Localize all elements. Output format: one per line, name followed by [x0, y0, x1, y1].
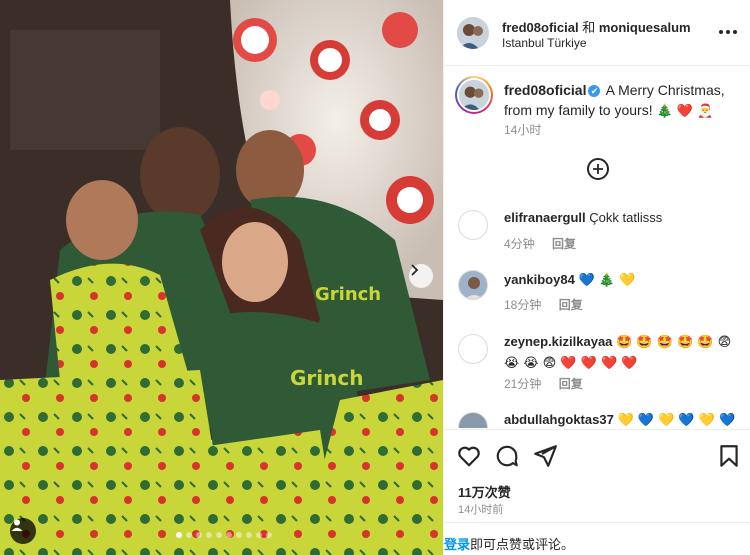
comment-text: 💛 💙 💛 💙 💛 💙 — [617, 413, 736, 428]
login-link[interactable]: 登录 — [444, 537, 470, 552]
carousel-dot — [186, 532, 192, 538]
commenter-avatar[interactable] — [458, 412, 488, 428]
bookmark-icon[interactable] — [716, 443, 742, 469]
carousel-dot — [206, 532, 212, 538]
more-options-button[interactable] — [716, 22, 740, 42]
comment-time: 21分钟 — [504, 377, 542, 391]
carousel-indicator — [176, 532, 272, 538]
reply-button[interactable]: 回复 — [559, 377, 583, 391]
caption-text: fred08oficial ✔ A Merry Christmas, from m… — [504, 80, 742, 122]
send-icon[interactable] — [532, 443, 558, 469]
carousel-next-button[interactable] — [409, 264, 433, 288]
comment-time: 4分钟 — [504, 237, 535, 251]
login-prompt: 登录即可点赞或评论。 — [444, 522, 750, 555]
more-dot — [733, 30, 737, 34]
comment-meta: 4分钟 回复 — [504, 235, 576, 252]
commenter-avatar[interactable] — [458, 334, 488, 364]
more-horizontal-icon — [719, 30, 723, 34]
heart-icon[interactable] — [456, 443, 482, 469]
avatar-image — [459, 80, 489, 110]
comment-body: yankiboy84 💙 🎄 💛 — [504, 270, 744, 291]
comment-body: elifranaergull Çokk tatlisss — [504, 208, 744, 228]
family-christmas-photo: Grinch Grinch — [0, 0, 443, 555]
caption-username[interactable]: fred08oficial — [504, 82, 586, 98]
more-dot — [726, 30, 730, 34]
post-authors: fred08oficial 和 moniquesalum — [502, 17, 691, 36]
comment-username[interactable]: yankiboy84 — [504, 272, 575, 287]
comments-list: elifranaergull Çokk tatlisss 4分钟 回复 yank… — [444, 200, 750, 428]
coauthor-username[interactable]: moniquesalum — [599, 20, 691, 35]
svg-text:Grinch: Grinch — [315, 284, 381, 305]
avatar-photo — [459, 271, 487, 299]
svg-text:Grinch: Grinch — [290, 366, 363, 390]
user-tag-icon — [11, 519, 23, 531]
comment-body: zeynep.kizilkayaa 🤩 🤩 🤩 🤩 🤩 😨 😭 😭 😨 ❤️ ❤… — [504, 332, 744, 374]
plus-circle-icon — [593, 164, 603, 174]
carousel-dot — [246, 532, 252, 538]
caption-avatar[interactable] — [455, 76, 493, 114]
author-username[interactable]: fred08oficial — [502, 20, 579, 35]
like-count[interactable]: 11万次赞 — [458, 482, 511, 501]
caption-emojis: 🎄 ❤️ 🎅 — [656, 104, 714, 119]
post-actions: 11万次赞 14小时前 登录即可点赞或评论。 — [444, 429, 750, 555]
carousel-dot — [176, 532, 182, 538]
caption-time: 14小时 — [504, 123, 542, 137]
carousel-dot — [236, 532, 242, 538]
post-location[interactable]: Istanbul Türkiye — [502, 36, 587, 50]
commenter-avatar[interactable] — [458, 210, 488, 240]
comment-body: abdullahgoktas37 💛 💙 💛 💙 💛 💙 — [504, 410, 744, 428]
comment-meta: 18分钟 回复 — [504, 296, 583, 313]
reply-button[interactable]: 回复 — [559, 298, 583, 312]
post-photo[interactable]: Grinch Grinch — [0, 0, 443, 555]
author-avatar[interactable] — [457, 17, 489, 49]
commenter-avatar[interactable] — [458, 270, 488, 300]
comment-username[interactable]: zeynep.kizilkayaa — [504, 334, 612, 349]
carousel-dot — [196, 532, 202, 538]
post-header: fred08oficial 和 moniquesalum Istanbul Tü… — [444, 0, 750, 66]
authors-conjunction: 和 — [582, 20, 596, 35]
avatar-image — [457, 17, 489, 49]
story-ring — [457, 78, 491, 112]
comment-meta: 21分钟 回复 — [504, 375, 583, 392]
post-time[interactable]: 14小时前 — [458, 501, 503, 517]
comment-username[interactable]: elifranaergull — [504, 210, 586, 225]
comment-text: Çokk tatlisss — [589, 210, 663, 225]
comment-username[interactable]: abdullahgoktas37 — [504, 412, 614, 427]
user-tag-button[interactable] — [10, 518, 36, 544]
chevron-right-icon — [411, 264, 419, 276]
post-detail-panel: fred08oficial 和 moniquesalum Istanbul Tü… — [443, 0, 750, 555]
comment-icon[interactable] — [494, 443, 520, 469]
login-prompt-text: 即可点赞或评论。 — [470, 537, 575, 552]
avatar-photo — [459, 80, 489, 110]
carousel-dot — [216, 532, 222, 538]
carousel-dot — [266, 532, 272, 538]
carousel-dot — [226, 532, 232, 538]
carousel-dot — [256, 532, 262, 538]
load-more-comments-button[interactable] — [587, 158, 609, 180]
verified-badge-icon: ✔ — [588, 85, 601, 98]
reply-button[interactable]: 回复 — [552, 237, 576, 251]
comment-text: 💙 🎄 💛 — [578, 273, 636, 288]
comment-time: 18分钟 — [504, 298, 542, 312]
